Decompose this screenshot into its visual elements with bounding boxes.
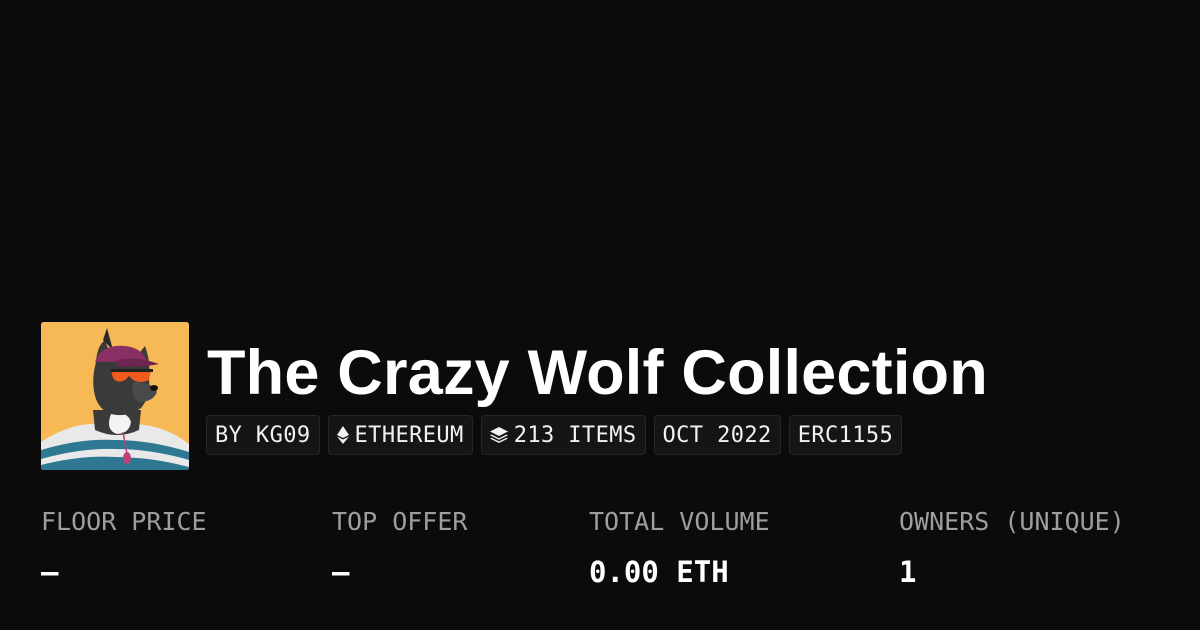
items-chip[interactable]: 213 ITEMS	[480, 415, 646, 455]
stat-value: 0.00 ETH	[589, 555, 729, 589]
token-standard-chip: ERC1155	[788, 415, 903, 455]
created-date-label: OCT 2022	[662, 422, 772, 448]
stat-value: 1	[899, 555, 917, 589]
stat-label: OWNERS (UNIQUE)	[899, 507, 1125, 536]
stat-label: FLOOR PRICE	[41, 507, 207, 536]
wolf-avatar-icon	[41, 322, 189, 470]
stat-label: TOTAL VOLUME	[589, 507, 770, 536]
collection-avatar	[41, 322, 189, 470]
stat-value: –	[41, 555, 59, 589]
stat-owners: OWNERS (UNIQUE) 1	[899, 500, 1125, 594]
creator-label: BY KG09	[215, 422, 311, 448]
stat-value: –	[332, 555, 350, 589]
ethereum-icon	[336, 426, 349, 444]
stat-total-volume: TOTAL VOLUME 0.00 ETH	[589, 500, 770, 594]
token-standard-label: ERC1155	[797, 422, 894, 448]
creator-chip[interactable]: BY KG09	[206, 415, 320, 455]
collection-stats: FLOOR PRICE – TOP OFFER – TOTAL VOLUME 0…	[0, 500, 1200, 610]
collection-title: The Crazy Wolf Collection	[207, 338, 988, 408]
collection-metadata-chips: BY KG09 ETHEREUM 213 ITEMS OCT 2022 ERC1…	[206, 415, 903, 455]
items-label: 213 ITEMS	[513, 422, 637, 448]
stat-floor-price: FLOOR PRICE –	[41, 500, 207, 594]
stat-top-offer: TOP OFFER –	[332, 500, 467, 594]
stat-label: TOP OFFER	[332, 507, 468, 536]
layers-icon	[489, 427, 508, 443]
chain-chip[interactable]: ETHEREUM	[327, 415, 473, 455]
chain-label: ETHEREUM	[354, 422, 464, 448]
created-date-chip: OCT 2022	[653, 415, 781, 455]
